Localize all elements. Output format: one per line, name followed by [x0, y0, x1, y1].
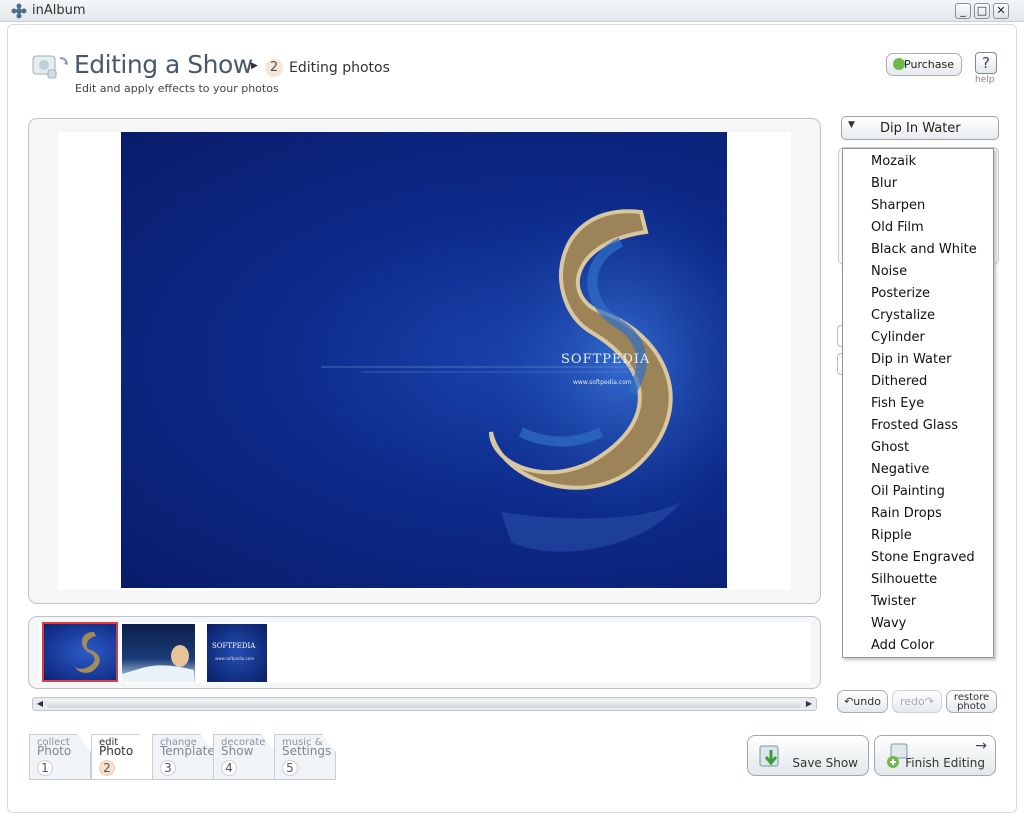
- softpedia-url: www.softpedia.com: [573, 379, 632, 386]
- menu-item-oil-painting[interactable]: Oil Painting: [871, 481, 991, 503]
- redo-icon: ↷: [924, 695, 934, 708]
- tab-line2: Template: [160, 744, 215, 758]
- menu-item-rain-drops[interactable]: Rain Drops: [871, 503, 991, 525]
- main-photo: SOFTPEDIA www.softpedia.com: [121, 132, 727, 588]
- menu-item-old-film[interactable]: Old Film: [871, 217, 991, 239]
- menu-item-negative[interactable]: Negative: [871, 459, 991, 481]
- menu-item-fish-eye[interactable]: Fish Eye: [871, 393, 991, 415]
- thumbnail-3[interactable]: SOFTPEDIA www.softpedia.com: [207, 624, 267, 682]
- undo-icon: ↶: [844, 695, 854, 708]
- help-label: help: [975, 75, 995, 85]
- tab-line2: Photo: [37, 744, 72, 758]
- thumbnail-url: www.softpedia.com: [215, 656, 255, 661]
- thumbnail-watermark: SOFTPEDIA: [212, 642, 256, 650]
- menu-item-posterize[interactable]: Posterize: [871, 283, 991, 305]
- step-badge: 2: [265, 59, 283, 77]
- menu-item-crystalize[interactable]: Crystalize: [871, 305, 991, 327]
- title-bar: inAlbum _ □ ✕: [0, 0, 1024, 22]
- app-title: inAlbum: [32, 3, 86, 18]
- restore-line2: photo: [957, 701, 986, 712]
- inalbum-logo-icon: [11, 3, 27, 19]
- page-subtitle: Edit and apply effects to your photos: [75, 82, 279, 95]
- menu-item-black-and-white[interactable]: Black and White: [871, 239, 991, 261]
- scrollbar-track[interactable]: [47, 700, 802, 708]
- menu-item-wavy[interactable]: Wavy: [871, 613, 991, 635]
- tab-collect-photo[interactable]: collect Photo 1: [29, 734, 91, 780]
- maximize-button[interactable]: □: [974, 3, 990, 19]
- purchase-label: Purchase: [904, 58, 954, 71]
- thumbnail-woman-image: [122, 645, 194, 682]
- redo-label: redo: [900, 695, 925, 708]
- undo-label: undo: [853, 695, 881, 708]
- workflow-tabs: collect Photo 1 edit Photo 2 change Temp…: [25, 734, 385, 780]
- scroll-right-icon[interactable]: ▶: [803, 698, 815, 710]
- tab-line2: Show: [221, 744, 254, 758]
- effect-select-value: Dip In Water: [880, 121, 961, 136]
- tab-decorate-show[interactable]: decorate Show 4: [213, 734, 275, 780]
- purchase-icon: [893, 58, 905, 70]
- edit-photo-icon: [32, 55, 68, 79]
- restore-photo-button[interactable]: restore photo: [946, 690, 997, 713]
- scroll-left-icon[interactable]: ◀: [34, 698, 46, 710]
- tab-number: 2: [99, 760, 115, 776]
- arrow-right-icon: →: [975, 738, 987, 754]
- finish-editing-label: Finish Editing: [905, 756, 985, 770]
- menu-item-stone-engraved[interactable]: Stone Engraved: [871, 547, 991, 569]
- redo-button[interactable]: redo↷: [892, 690, 942, 713]
- finish-editing-button[interactable]: → Finish Editing: [874, 735, 996, 776]
- help-button[interactable]: ?: [975, 52, 997, 74]
- menu-item-cylinder[interactable]: Cylinder: [871, 327, 991, 349]
- thumbnail-island-image: [74, 632, 100, 673]
- tab-change-template[interactable]: change Template 3: [152, 734, 215, 780]
- menu-item-ripple[interactable]: Ripple: [871, 525, 991, 547]
- close-button[interactable]: ✕: [993, 3, 1009, 19]
- undo-button[interactable]: ↶undo: [837, 690, 888, 713]
- menu-item-twister[interactable]: Twister: [871, 591, 991, 613]
- page-title: Editing a Show: [74, 50, 253, 79]
- tab-number: 4: [221, 760, 237, 776]
- save-show-label: Save Show: [792, 756, 858, 770]
- save-icon: [759, 745, 779, 767]
- thumbnail-2[interactable]: [122, 624, 195, 682]
- step-label: Editing photos: [289, 60, 390, 76]
- tab-number: 5: [282, 760, 298, 776]
- menu-item-dip-in-water[interactable]: Dip in Water: [871, 349, 991, 371]
- effect-select[interactable]: ▼ Dip In Water: [841, 116, 999, 140]
- softpedia-watermark: SOFTPEDIA: [561, 352, 651, 367]
- tab-line2: Photo: [99, 744, 134, 758]
- tab-number: 1: [37, 760, 53, 776]
- menu-item-blur[interactable]: Blur: [871, 173, 991, 195]
- menu-item-sharpen[interactable]: Sharpen: [871, 195, 991, 217]
- tab-line2: Settings: [282, 744, 332, 758]
- menu-item-noise[interactable]: Noise: [871, 261, 991, 283]
- menu-item-mozaik[interactable]: Mozaik: [871, 151, 991, 173]
- menu-item-dithered[interactable]: Dithered: [871, 371, 991, 393]
- thumbnail-selected[interactable]: [42, 622, 118, 682]
- tab-music-settings[interactable]: music & Settings 5: [274, 734, 336, 780]
- menu-item-silhouette[interactable]: Silhouette: [871, 569, 991, 591]
- tab-number: 3: [160, 760, 176, 776]
- purchase-button[interactable]: Purchase: [886, 53, 962, 76]
- filmstrip-scrollbar[interactable]: ◀ ▶: [32, 697, 817, 711]
- menu-item-frosted-glass[interactable]: Frosted Glass: [871, 415, 991, 437]
- effect-dropdown-menu: Mozaik Blur Sharpen Old Film Black and W…: [842, 148, 994, 658]
- save-show-button[interactable]: Save Show: [747, 735, 869, 776]
- breadcrumb-arrow-icon: ▶: [251, 61, 258, 71]
- tab-edit-photo[interactable]: edit Photo 2: [91, 734, 153, 780]
- menu-item-ghost[interactable]: Ghost: [871, 437, 991, 459]
- minimize-button[interactable]: _: [955, 3, 971, 19]
- menu-item-add-color[interactable]: Add Color: [871, 635, 991, 657]
- chevron-down-icon: ▼: [848, 120, 855, 130]
